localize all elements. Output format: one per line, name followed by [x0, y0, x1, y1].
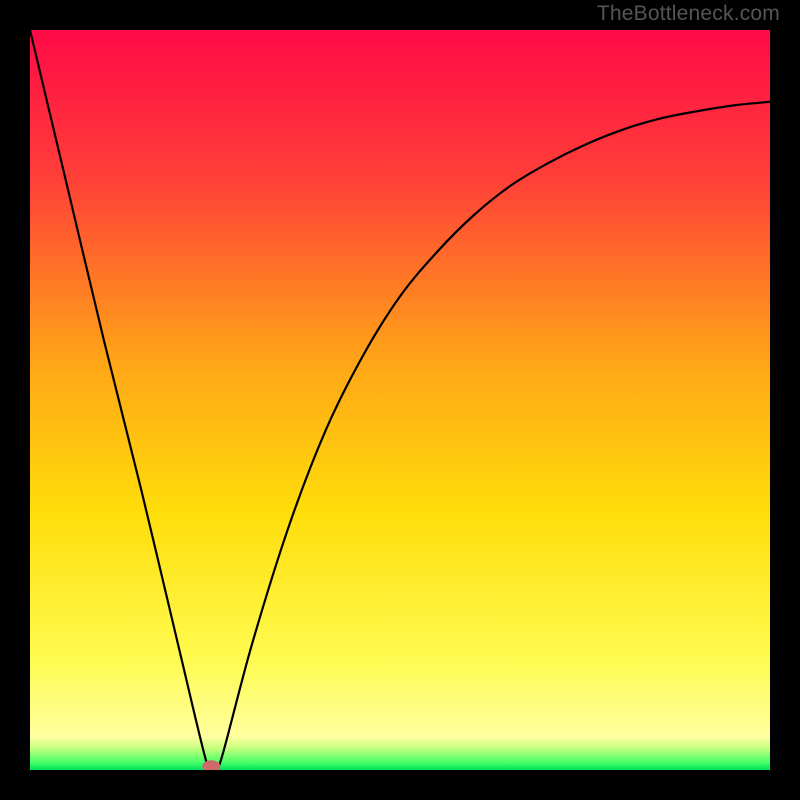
- chart-svg: [30, 30, 770, 770]
- plot-area: [30, 30, 770, 770]
- watermark-text: TheBottleneck.com: [597, 2, 780, 26]
- chart-frame: TheBottleneck.com: [0, 0, 800, 800]
- gradient-background: [30, 30, 770, 770]
